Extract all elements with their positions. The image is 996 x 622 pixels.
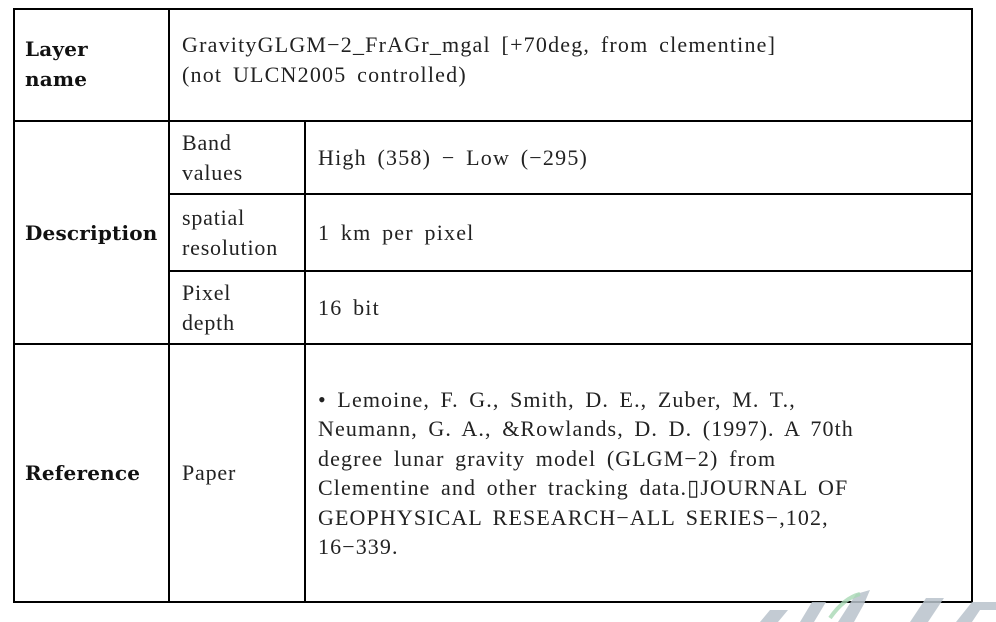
band-values-label-line-2: values <box>182 159 244 185</box>
spatial-resolution-value: 1 km per pixel <box>318 219 475 245</box>
paper-citation-cell: • Lemoine, F. G., Smith, D. E., Zuber, M… <box>306 345 971 601</box>
band-values-value: High (358) − Low (−295) <box>318 144 589 170</box>
layer-name-value-cell: GravityGLGM−2_FrAGr_mgal [+70deg, from c… <box>170 8 971 120</box>
citation-line-2: Neumann, G. A., &Rowlands, D. D. (1997).… <box>318 416 854 441</box>
layer-name-header-line-1: Layer <box>25 37 88 61</box>
citation-line-1: • Lemoine, F. G., Smith, D. E., Zuber, M… <box>318 385 854 415</box>
band-values-value-cell: High (358) − Low (−295) <box>306 122 971 193</box>
paper-label-cell: Paper <box>170 345 304 601</box>
table-border-right <box>971 8 973 603</box>
citation-line-1-text: Lemoine, F. G., Smith, D. E., Zuber, M. … <box>337 386 796 412</box>
layer-name-header-line-2: name <box>25 67 88 91</box>
institution-logo-watermark-icon <box>760 588 996 622</box>
band-values-label-line-1: Band <box>182 129 232 155</box>
pixel-depth-label-line-2: depth <box>182 309 235 335</box>
pixel-depth-label-cell: Pixel depth <box>170 272 304 343</box>
spatial-resolution-label-line-1: spatial <box>182 204 246 230</box>
pixel-depth-value-cell: 16 bit <box>306 272 971 343</box>
citation-line-4: Clementine and other tracking data.▯JOUR… <box>318 475 849 500</box>
citation-line-6: 16−339. <box>318 534 399 559</box>
citation-line-5: GEOPHYSICAL RESEARCH−ALL SERIES−,102, <box>318 504 829 530</box>
pixel-depth-label-line-1: Pixel <box>182 279 232 305</box>
spatial-resolution-label-cell: spatial resolution <box>170 195 304 270</box>
layer-name-value-line-1: GravityGLGM−2_FrAGr_mgal [+70deg, from c… <box>182 32 777 57</box>
band-values-label-cell: Band values <box>170 122 304 193</box>
layer-name-header-cell: Layer name <box>13 8 168 120</box>
spatial-resolution-value-cell: 1 km per pixel <box>306 195 971 270</box>
description-header-cell: Description <box>13 122 168 343</box>
paper-label: Paper <box>182 460 237 485</box>
reference-header-cell: Reference <box>13 345 168 601</box>
pixel-depth-value: 16 bit <box>318 294 380 320</box>
bullet-icon: • <box>318 386 327 412</box>
reference-header: Reference <box>25 461 141 485</box>
layer-name-value-line-2: (not ULCN2005 controlled) <box>182 62 467 87</box>
description-header: Description <box>25 220 158 245</box>
layer-info-table: Layer name GravityGLGM−2_FrAGr_mgal [+70… <box>13 8 973 603</box>
citation-line-3: degree lunar gravity model (GLGM−2) from <box>318 445 777 471</box>
spatial-resolution-label-line-2: resolution <box>182 234 278 260</box>
paper-citation: • Lemoine, F. G., Smith, D. E., Zuber, M… <box>318 385 854 562</box>
